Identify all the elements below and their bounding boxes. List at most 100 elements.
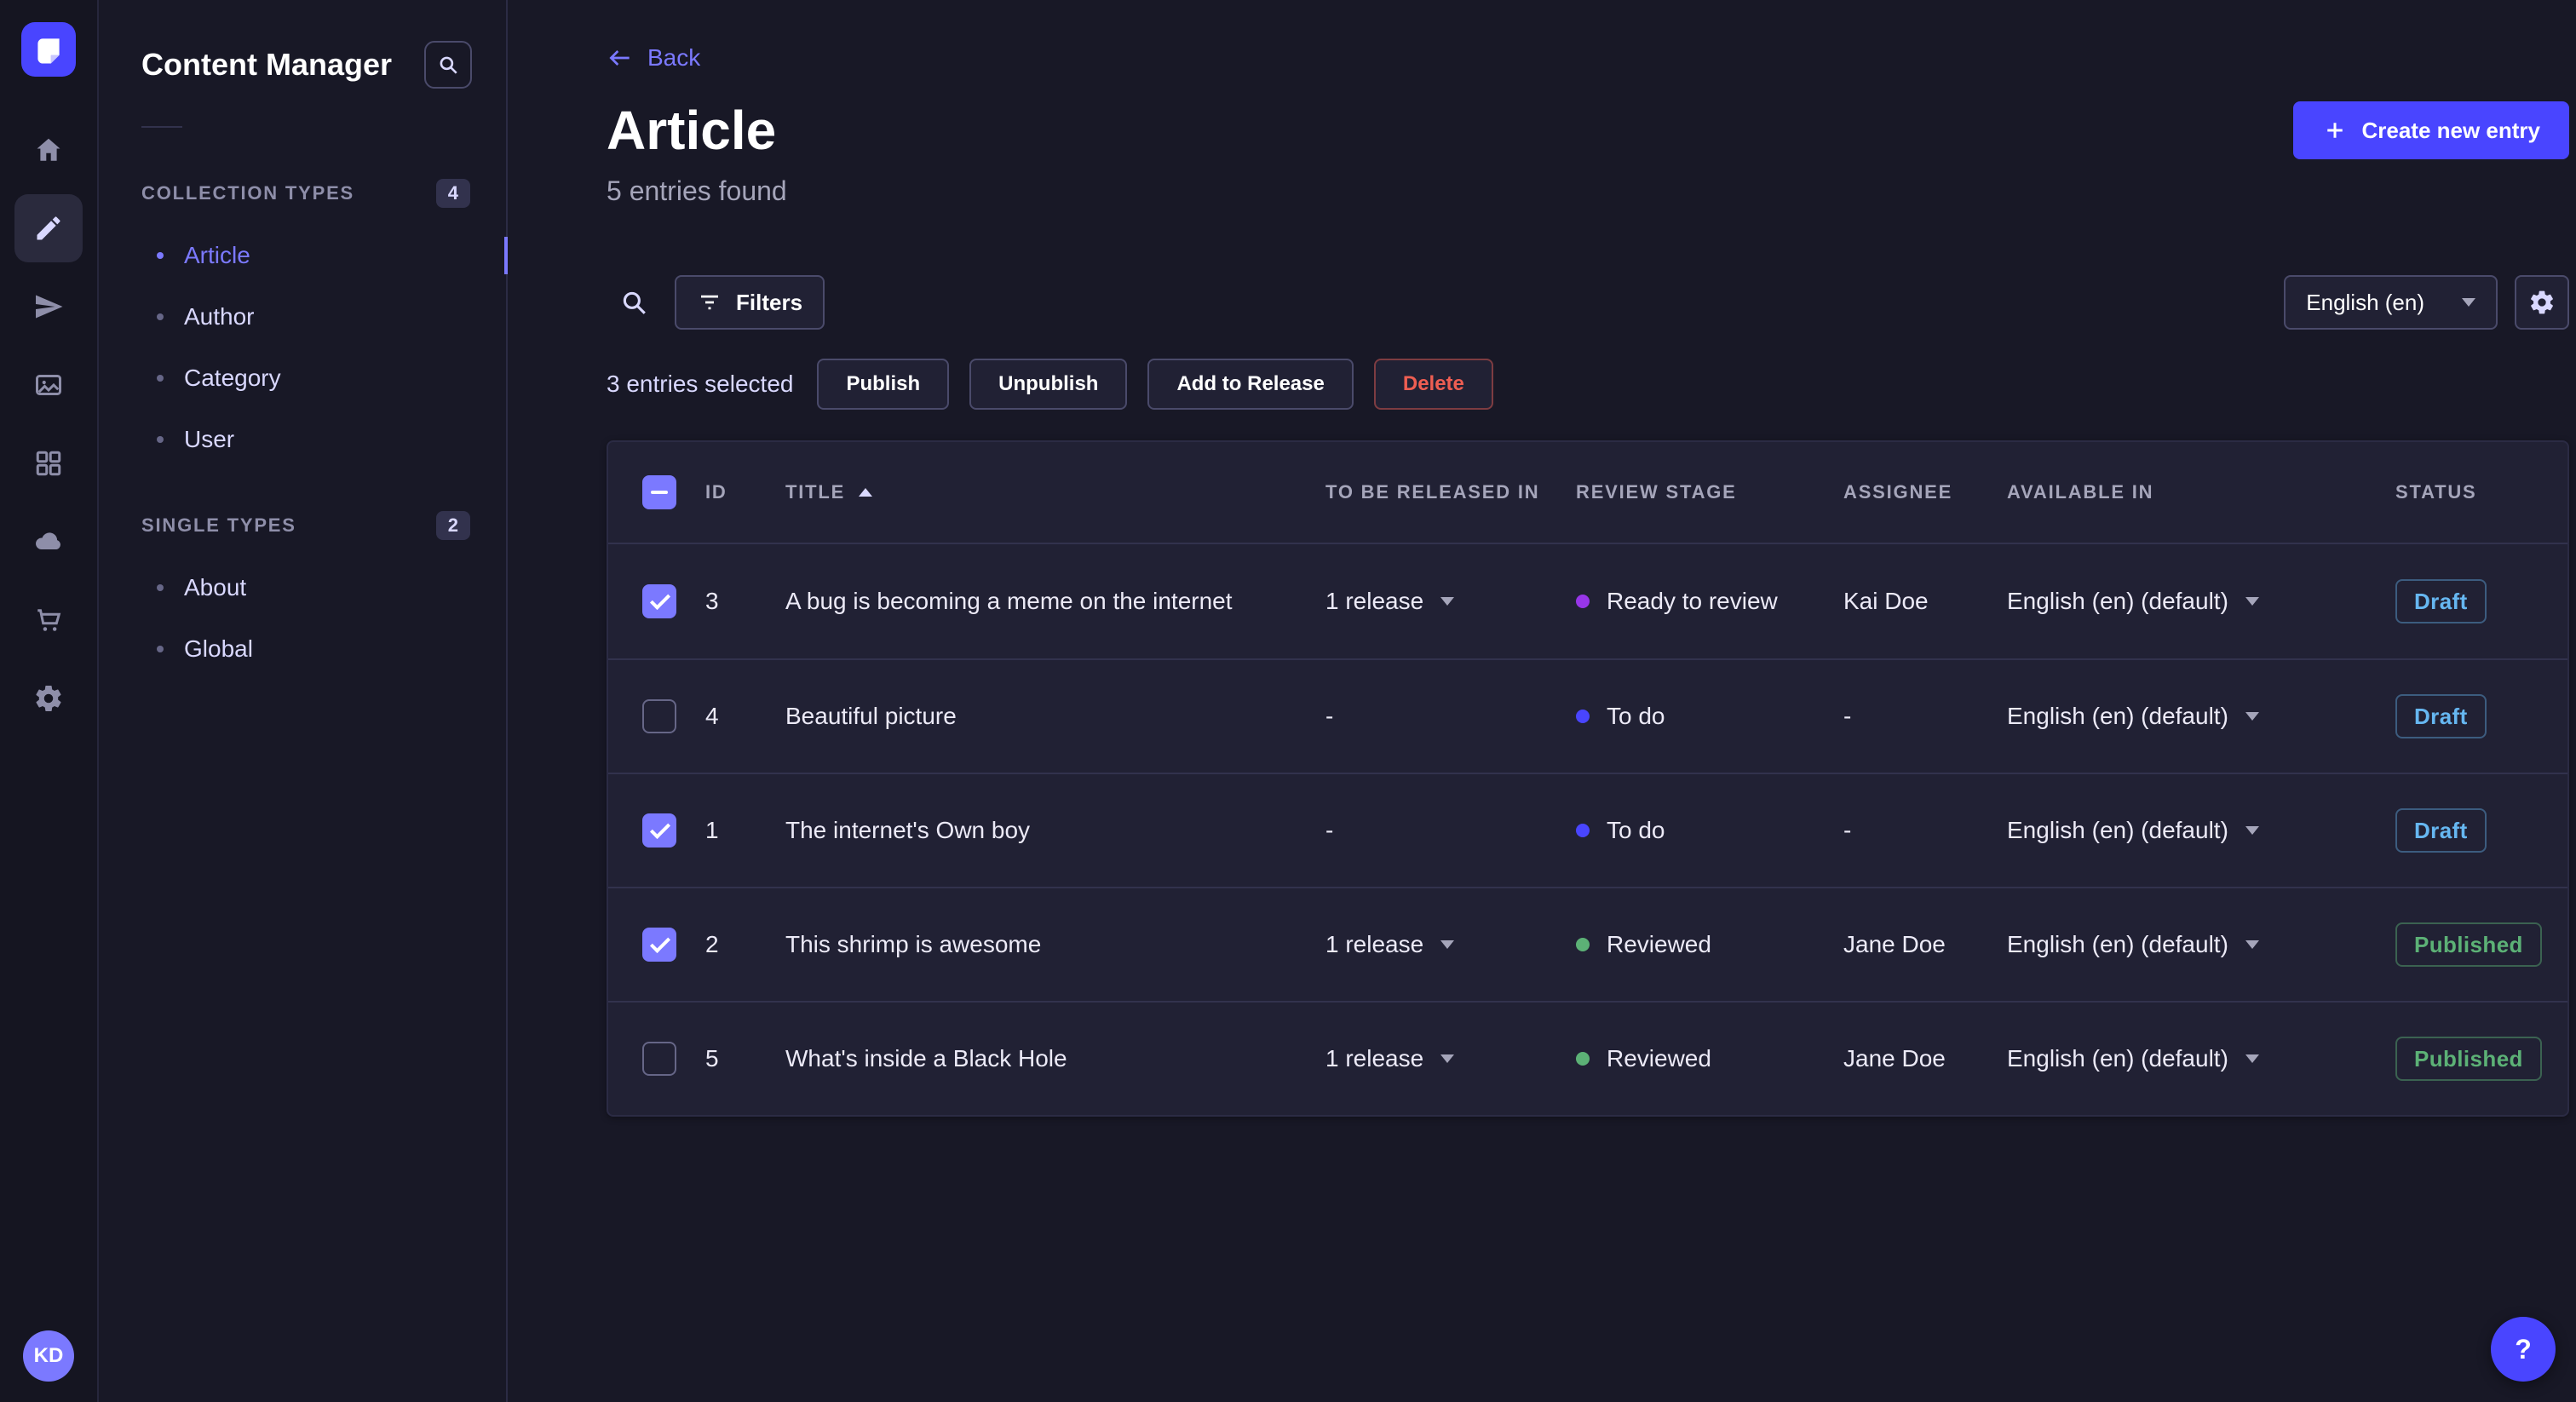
sidebar-item-label: Category: [184, 365, 281, 391]
nav-content-type-builder-button[interactable]: [14, 429, 83, 497]
content-manager-subnav: Content Manager COLLECTION TYPES 4 Artic…: [99, 0, 508, 1402]
media-library-icon: [33, 370, 64, 400]
release-dropdown[interactable]: 1 release: [1325, 931, 1576, 958]
locale-label: English (en) (default): [2007, 1045, 2228, 1072]
locale-select-value: English (en): [2306, 289, 2424, 315]
subnav-search-button[interactable]: [424, 41, 472, 89]
row-checkbox[interactable]: [642, 1042, 676, 1076]
select-all-checkbox[interactable]: [642, 475, 676, 509]
release-label: 1 release: [1325, 931, 1424, 957]
stage-dot-icon: [1576, 1052, 1590, 1066]
column-header-id: ID: [705, 481, 727, 503]
nav-marketplace-button[interactable]: [14, 586, 83, 654]
cell-id: 2: [705, 931, 719, 957]
table-row[interactable]: 2 This shrimp is awesome 1 release Revie…: [608, 887, 2567, 1001]
locale-dropdown[interactable]: English (en) (default): [2007, 817, 2395, 844]
column-header-release: TO BE RELEASED IN: [1325, 481, 1540, 503]
locale-dropdown[interactable]: English (en) (default): [2007, 588, 2395, 615]
stage-label: Reviewed: [1607, 1045, 1711, 1072]
user-avatar[interactable]: KD: [23, 1330, 74, 1382]
subnav-title: Content Manager: [141, 47, 393, 82]
stage-dot-icon: [1576, 938, 1590, 951]
locale-label: English (en) (default): [2007, 931, 2228, 957]
view-settings-button[interactable]: [2515, 275, 2569, 330]
cell-review-stage: To do: [1576, 817, 1843, 844]
sidebar-item-about[interactable]: About: [99, 557, 506, 618]
strapi-logo[interactable]: [21, 22, 76, 77]
locale-dropdown[interactable]: English (en) (default): [2007, 703, 2395, 730]
sort-asc-icon: [859, 488, 873, 497]
cell-id: 4: [705, 703, 719, 729]
publish-button[interactable]: Publish: [817, 359, 950, 410]
row-checkbox[interactable]: [642, 928, 676, 962]
nav-deploy-button[interactable]: [14, 508, 83, 576]
locale-dropdown[interactable]: English (en) (default): [2007, 1045, 2395, 1072]
column-header-assignee: ASSIGNEE: [1843, 481, 1953, 503]
table-row[interactable]: 4 Beautiful picture - To do - English (e…: [608, 658, 2567, 773]
table-row[interactable]: 5 What's inside a Black Hole 1 release R…: [608, 1001, 2567, 1115]
release-dropdown[interactable]: -: [1325, 703, 1576, 730]
cell-assignee: Jane Doe: [1843, 1045, 1946, 1072]
cell-review-stage: Ready to review: [1576, 588, 1843, 615]
cell-title: This shrimp is awesome: [785, 931, 1042, 957]
table-header-row: ID TITLE TO BE RELEASED IN REVIEW STAGE …: [608, 442, 2567, 544]
stage-dot-icon: [1576, 595, 1590, 608]
row-checkbox[interactable]: [642, 584, 676, 618]
sidebar-item-label: Author: [184, 303, 255, 330]
chevron-down-icon: [1440, 1054, 1455, 1063]
sidebar-item-article[interactable]: Article: [99, 225, 506, 286]
column-header-title[interactable]: TITLE: [785, 481, 1325, 503]
back-link[interactable]: Back: [607, 44, 700, 72]
chevron-down-icon: [2462, 298, 2475, 307]
cell-assignee: -: [1843, 817, 1852, 843]
sidebar-item-global[interactable]: Global: [99, 618, 506, 680]
sidebar-item-label: About: [184, 574, 247, 600]
release-label: -: [1325, 703, 1334, 729]
nav-content-manager-button[interactable]: [14, 194, 83, 262]
cart-icon: [33, 605, 64, 635]
chevron-down-icon: [2245, 597, 2259, 606]
sidebar-item-label: Global: [184, 635, 253, 662]
row-checkbox[interactable]: [642, 699, 676, 733]
nav-releases-button[interactable]: [14, 273, 83, 341]
chevron-down-icon: [2245, 940, 2259, 949]
gear-icon: [2528, 289, 2556, 316]
release-label: 1 release: [1325, 1045, 1424, 1072]
stage-dot-icon: [1576, 824, 1590, 837]
unpublish-button[interactable]: Unpublish: [969, 359, 1128, 410]
main-content: Back Article Create new entry 5 entries …: [508, 0, 2576, 1402]
filters-button[interactable]: Filters: [675, 275, 825, 330]
sidebar-item-category[interactable]: Category: [99, 348, 506, 409]
release-dropdown[interactable]: 1 release: [1325, 1045, 1576, 1072]
stage-label: Ready to review: [1607, 588, 1778, 614]
cell-title: Beautiful picture: [785, 703, 957, 729]
main-nav: KD: [0, 0, 99, 1402]
add-to-release-button[interactable]: Add to Release: [1147, 359, 1354, 410]
locale-select[interactable]: English (en): [2284, 275, 2498, 330]
home-icon: [33, 135, 64, 165]
chevron-down-icon: [2245, 712, 2259, 721]
chevron-down-icon: [2245, 1054, 2259, 1063]
cell-review-stage: Reviewed: [1576, 931, 1843, 958]
cell-assignee: Kai Doe: [1843, 588, 1929, 614]
section-label: SINGLE TYPES: [141, 514, 296, 536]
delete-button[interactable]: Delete: [1373, 359, 1493, 410]
search-button[interactable]: [607, 275, 661, 330]
row-checkbox[interactable]: [642, 813, 676, 848]
create-new-entry-button[interactable]: Create new entry: [2293, 101, 2569, 159]
release-dropdown[interactable]: -: [1325, 817, 1576, 844]
table-row[interactable]: 3 A bug is becoming a meme on the intern…: [608, 544, 2567, 658]
sidebar-item-author[interactable]: Author: [99, 286, 506, 348]
locale-dropdown[interactable]: English (en) (default): [2007, 931, 2395, 958]
content-type-builder-icon: [33, 448, 64, 479]
nav-home-button[interactable]: [14, 116, 83, 184]
bullet-icon: [157, 436, 164, 443]
sidebar-item-user[interactable]: User: [99, 409, 506, 470]
nav-media-library-button[interactable]: [14, 351, 83, 419]
stage-label: To do: [1607, 703, 1665, 729]
table-row[interactable]: 1 The internet's Own boy - To do - Engli…: [608, 773, 2567, 887]
chevron-down-icon: [1440, 597, 1455, 606]
nav-settings-button[interactable]: [14, 664, 83, 733]
release-dropdown[interactable]: 1 release: [1325, 588, 1576, 615]
help-button[interactable]: ?: [2491, 1317, 2556, 1382]
